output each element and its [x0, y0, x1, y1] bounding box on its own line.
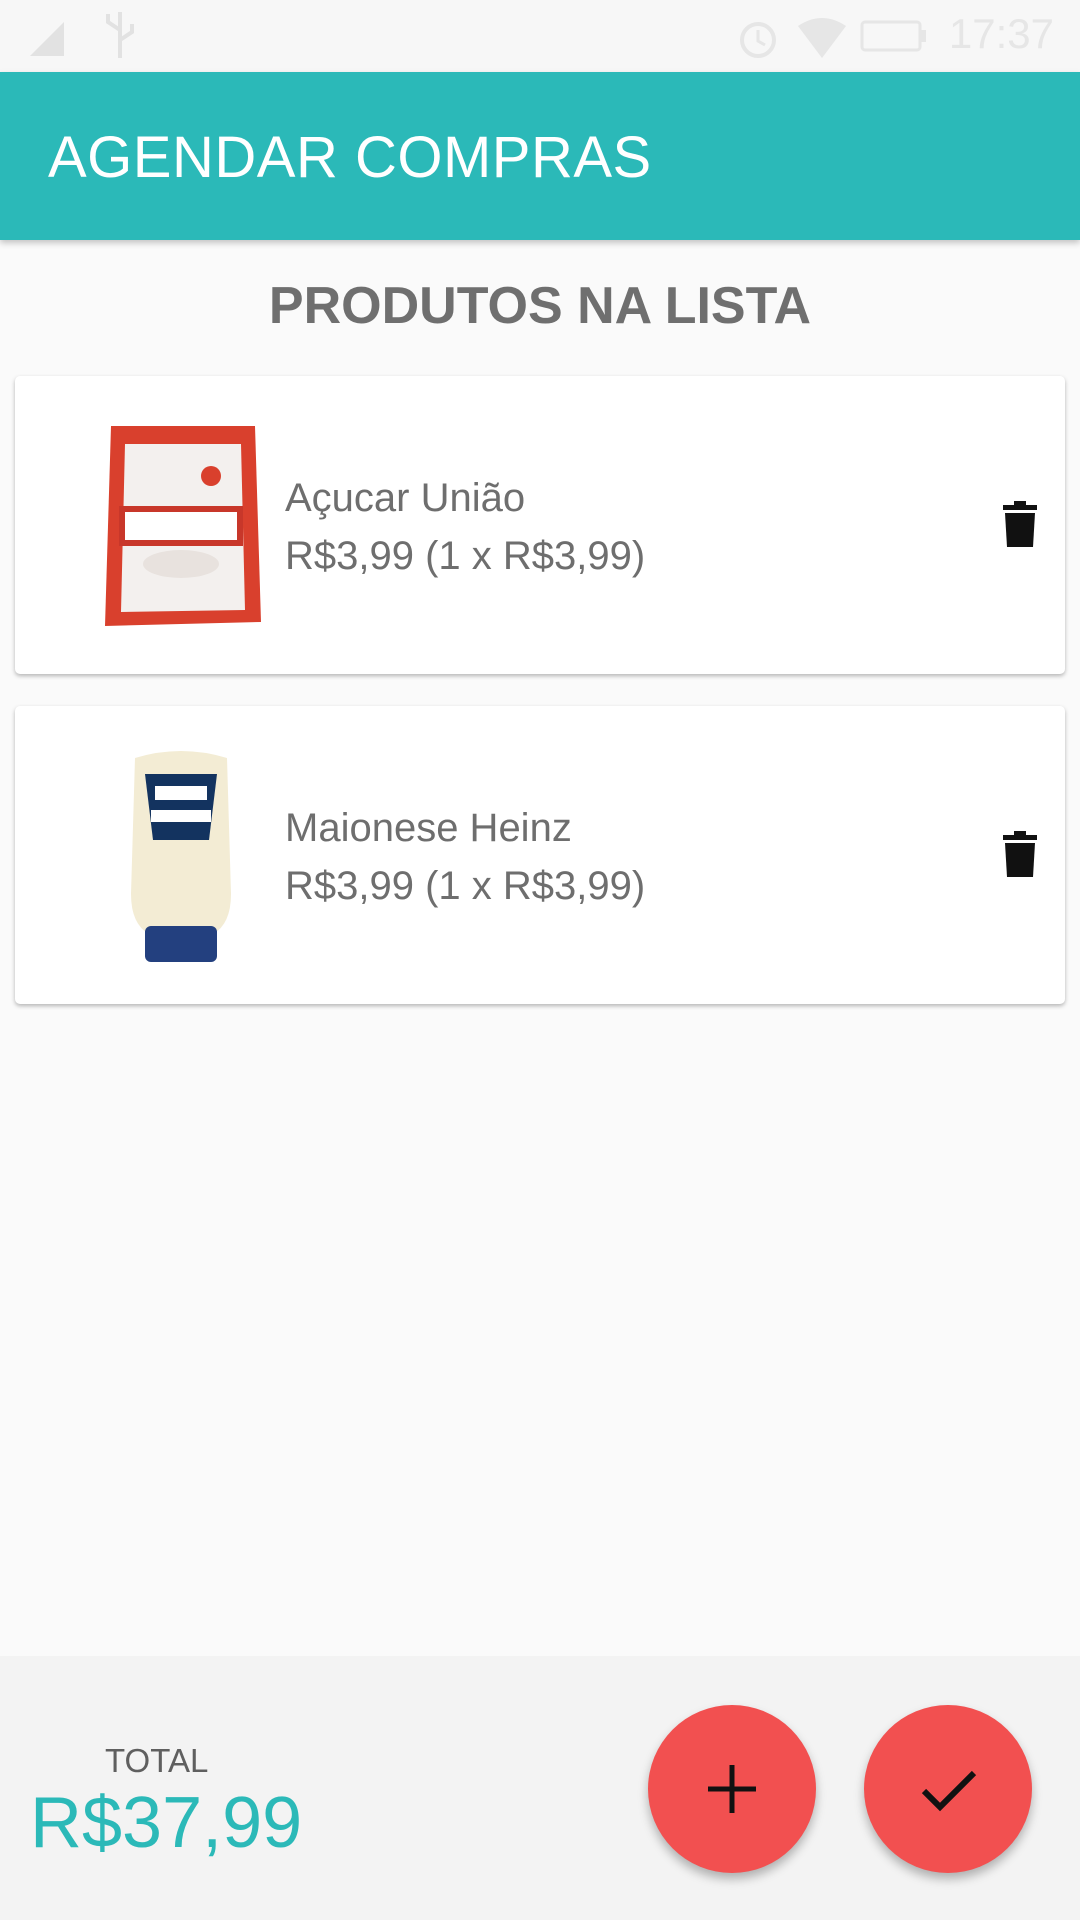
- product-card[interactable]: Açucar União R$3,99 (1 x R$3,99): [15, 376, 1065, 674]
- add-product-button[interactable]: [648, 1705, 816, 1873]
- mayonnaise-bottle-image: [131, 751, 231, 962]
- plus-icon: [708, 1765, 756, 1813]
- signal-icon: [30, 22, 64, 56]
- product-price: R$3,99 (1 x R$3,99): [285, 864, 646, 908]
- total-value: R$37,99: [30, 1783, 303, 1863]
- total-label: TOTAL: [105, 1742, 209, 1779]
- battery-icon: [860, 20, 926, 52]
- section-title: PRODUTOS NA LISTA: [268, 277, 812, 335]
- app-title: AGENDAR COMPRAS: [48, 125, 652, 190]
- trash-icon[interactable]: [1003, 501, 1037, 547]
- wifi-icon: [798, 18, 846, 58]
- status-time: 17:37: [948, 10, 1054, 57]
- alarm-icon: [740, 22, 776, 58]
- product-name: Açucar União: [285, 476, 526, 520]
- sugar-package-image: [105, 426, 261, 626]
- check-icon: [921, 1770, 977, 1812]
- product-price: R$3,99 (1 x R$3,99): [285, 534, 646, 578]
- confirm-button[interactable]: [864, 1705, 1032, 1873]
- product-name: Maionese Heinz: [285, 806, 572, 850]
- usb-icon: [106, 12, 134, 58]
- trash-icon[interactable]: [1003, 831, 1037, 877]
- status-bar: 17:37: [0, 0, 1080, 72]
- app-bar: AGENDAR COMPRAS: [0, 72, 1080, 240]
- product-card[interactable]: Maionese Heinz R$3,99 (1 x R$3,99): [15, 706, 1065, 1004]
